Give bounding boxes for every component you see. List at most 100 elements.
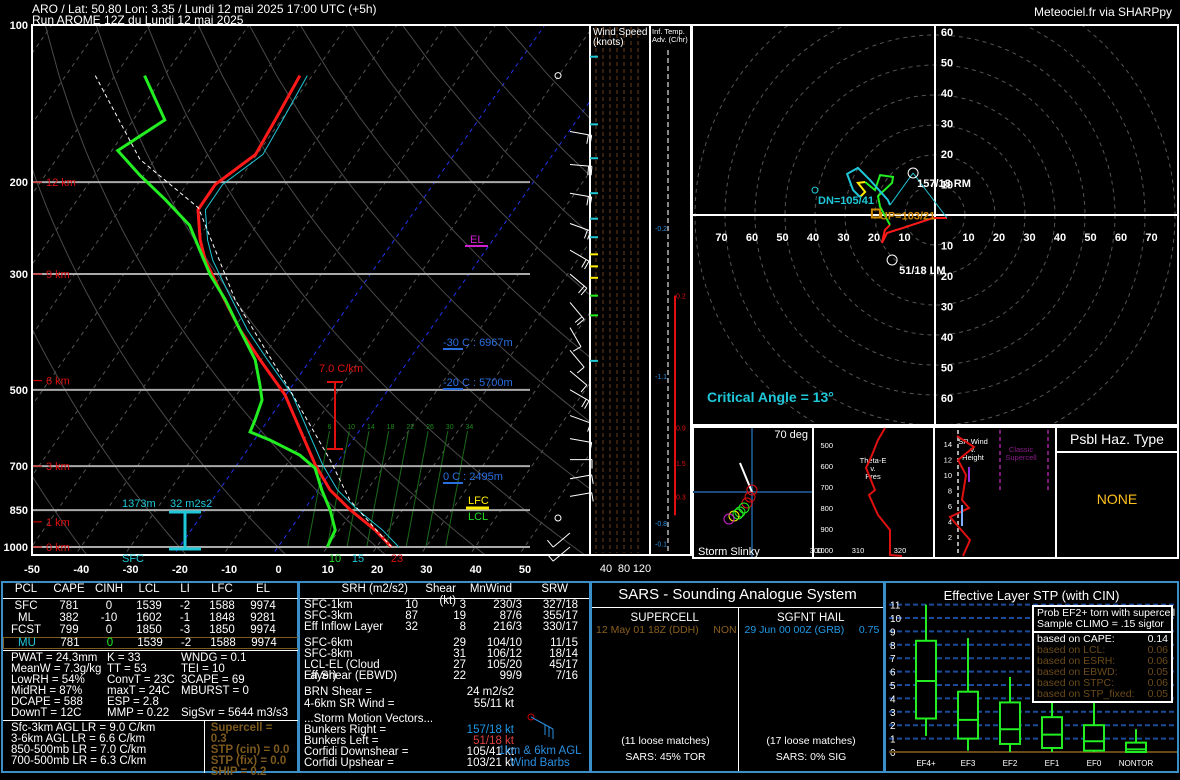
theta-e-pressure-label: 900 bbox=[820, 525, 833, 534]
kinematics-header-cell: MnWind bbox=[469, 583, 512, 595]
parcel-cell: 9974 bbox=[250, 624, 276, 636]
storm-slinky-title: Storm Slinky bbox=[698, 546, 760, 558]
supercell-match-type: NON bbox=[713, 624, 737, 636]
sfc-dewpoint-label: 10 bbox=[329, 553, 341, 565]
stp-category-label: EF0 bbox=[1087, 759, 1102, 768]
pressure-label: 100 bbox=[10, 20, 28, 32]
temp-advection-frame bbox=[649, 24, 692, 556]
temp-advection-value: 0.3 bbox=[676, 494, 686, 501]
dry-adiabat bbox=[300, 26, 589, 358]
sr-wind-height-label: 12 bbox=[944, 456, 952, 465]
sr46-label: 4-6km SR Wind = bbox=[304, 698, 395, 710]
sr-wind-height-label: 10 bbox=[944, 471, 952, 480]
wind-barb-flag bbox=[584, 400, 590, 409]
mixing-ratio-line bbox=[366, 431, 390, 548]
freezing-level-label: 0 C : 2495m bbox=[443, 471, 503, 483]
right-mover-label: 157/18 RM bbox=[917, 178, 971, 190]
parcel-header: CAPE bbox=[53, 583, 85, 595]
hail-result: SARS: 0% SIG bbox=[775, 751, 847, 763]
lapse-rate-bracket bbox=[327, 381, 343, 450]
stp-box bbox=[915, 639, 937, 720]
sars-panel: SARS - Sounding Analogue System SUPERCEL… bbox=[590, 581, 885, 773]
kinematics-row: Eff Shear (EBWD) 22 99/9 7/16 bbox=[304, 670, 585, 682]
composite-indices: Supercell = 0.3 STP (cin) = 0.0 STP (fix) … bbox=[205, 721, 297, 780]
left-mover-label: 51/18 LM bbox=[899, 265, 945, 277]
isotherm bbox=[371, 242, 589, 554]
lapse-rate: 700-500mb LR = 6.3 C/km bbox=[11, 755, 147, 767]
hodograph-ring-label: 10 bbox=[962, 232, 974, 244]
dry-adiabat bbox=[453, 26, 589, 176]
dry-adiabat bbox=[96, 26, 485, 554]
classic-supercell-label: Supercell bbox=[1005, 453, 1037, 462]
eff-inflow-bracket bbox=[169, 510, 201, 551]
sars-title: SARS - Sounding Analogue System bbox=[592, 583, 883, 608]
supercell-result: SARS: 45% TOR bbox=[625, 751, 706, 763]
hodograph-ring-label: 60 bbox=[746, 232, 758, 244]
kinematics-cell bbox=[404, 649, 418, 660]
stp-box bbox=[1041, 716, 1063, 749]
parcel-cell: FCST bbox=[10, 624, 42, 636]
parcel-cell: 799 bbox=[59, 624, 79, 636]
hodograph-ring-label: 30 bbox=[941, 302, 953, 314]
hodograph-ring-label: 50 bbox=[1084, 232, 1096, 244]
kinematics-row: Eff Inflow Layer 32 8 216/3 330/17 bbox=[304, 621, 585, 633]
temp-advection-units: Adv. (C/hr) bbox=[652, 35, 688, 44]
hail-loose: (17 loose matches) bbox=[766, 735, 856, 747]
pressure-label: 700 bbox=[10, 461, 28, 473]
theta-e-x-label: 310 bbox=[852, 546, 865, 555]
kinematics-table-1: SFC-1km 10 3 230/3 327/18 SFC-3km 87 19 87/6 355/… bbox=[300, 599, 589, 634]
parcel-table: SFC 781 0 1539 -2 1588 9974 ML 382 -10 1602 -1 1848 9… bbox=[3, 599, 299, 651]
kinematics-cell: 216/3 bbox=[493, 621, 522, 633]
index-value: DownT = 12C bbox=[11, 707, 82, 719]
stp-based-value: 0.05 bbox=[1147, 688, 1168, 700]
composite-index: SHIP = 0.2 bbox=[210, 766, 267, 778]
hail-title: SGFNT HAIL bbox=[776, 612, 845, 624]
stp-box bbox=[999, 701, 1021, 745]
el-label: EL bbox=[470, 234, 483, 246]
lapse-rates: Sfc-3km AGL LR = 9.0 C/km 3-6km AGL LR = … bbox=[3, 721, 205, 773]
temperature-tick-label: -40 bbox=[73, 564, 89, 576]
kinematics-cell: Eff Inflow Layer bbox=[304, 621, 384, 633]
mixing-ratio-label: 10 bbox=[347, 424, 355, 431]
isotherm bbox=[33, 26, 151, 194]
critical-angle-label: Critical Angle = 13° bbox=[707, 389, 834, 405]
mixing-ratio-line bbox=[307, 431, 330, 548]
height-label: 12 km bbox=[46, 177, 76, 189]
temp-advection-value: -0.2 bbox=[655, 226, 667, 233]
lcl-label: LCL bbox=[468, 511, 488, 523]
kinematics-cell: 19 bbox=[453, 610, 466, 622]
stp-box bbox=[1083, 724, 1105, 752]
stp-y-tick: 8 bbox=[890, 641, 896, 652]
temp-advection-value: -1.1 bbox=[655, 374, 667, 381]
sr-wind-height-label: 14 bbox=[944, 440, 952, 449]
index-value: MMP = 0.22 bbox=[107, 707, 170, 719]
stp-y-tick: 3 bbox=[890, 708, 896, 719]
dry-adiabat bbox=[504, 26, 589, 119]
sr-wind-frame bbox=[933, 426, 1057, 559]
isotherm bbox=[469, 383, 589, 554]
sfc-wetbulb-label: 15 bbox=[352, 553, 364, 565]
hodograph-ring-label: 60 bbox=[941, 393, 953, 405]
wind-barb-icon bbox=[569, 370, 588, 386]
temperature-tick-label: -50 bbox=[24, 564, 40, 576]
hodograph-ring-label: 10 bbox=[941, 241, 953, 253]
lapse-rate-label: 7.0 C/km bbox=[319, 363, 363, 375]
pressure-label: 200 bbox=[10, 177, 28, 189]
isotherm bbox=[33, 26, 249, 335]
wind-speed-tick: 120 bbox=[633, 563, 651, 575]
hodograph-ring-label: 20 bbox=[993, 232, 1005, 244]
stp-y-tick: 0 bbox=[890, 748, 896, 759]
hodograph-ring-label: 70 bbox=[715, 232, 727, 244]
mixing-ratio-label: 30 bbox=[446, 424, 454, 431]
skewt-frame bbox=[31, 24, 591, 556]
parcel-row-mu: MU 781 0 1539 -2 1588 9974 bbox=[3, 637, 299, 649]
temperature-tick-label: 10 bbox=[322, 564, 334, 576]
stp-y-tick: 6 bbox=[890, 668, 896, 679]
wind-barb-flag bbox=[590, 166, 593, 176]
hail-match: 29 Jun 00 00Z (GRB) bbox=[744, 624, 845, 636]
mixing-ratio-label: 26 bbox=[426, 424, 434, 431]
brand-label: Meteociel.fr via SHARPpy bbox=[1033, 5, 1172, 19]
index-value: MBURST = 0 bbox=[181, 685, 249, 697]
hodograph-ring-label: 20 bbox=[941, 149, 953, 161]
wind-barb-flag bbox=[581, 259, 587, 268]
